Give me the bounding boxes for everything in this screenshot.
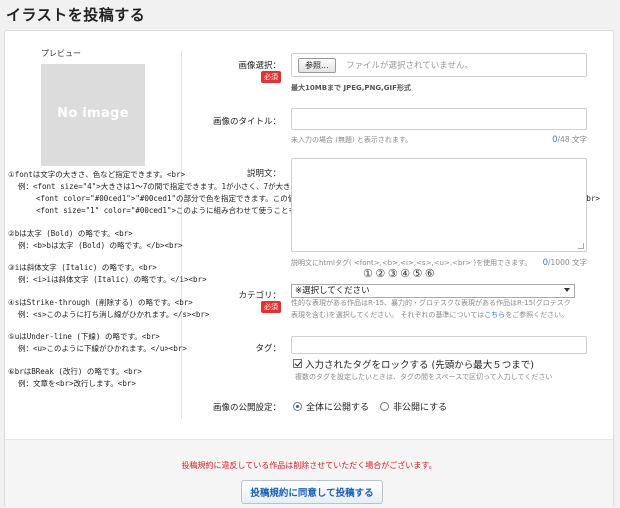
visibility-label: 画像の公開設定： (212, 403, 281, 413)
submit-button[interactable]: 投稿規約に同意して投稿する (241, 480, 383, 504)
tags-input[interactable] (291, 336, 587, 354)
policy-warning: 投稿規約に違反している作品は削除させていただく場合がございます。 (181, 461, 437, 470)
category-policy-text: 性的な表現がある作品はR-15、暴力的・グロテスクな表現がある作品はR-15(グ… (291, 299, 571, 319)
form-footer: 投稿規約に違反している作品は削除させていただく場合がございます。 投稿規約に同意… (5, 439, 613, 508)
tags-label: タグ： (255, 344, 281, 354)
title-label: 画像のタイトル： (212, 117, 281, 127)
image-select-label: 画像選択： (238, 61, 281, 71)
radio-public-label[interactable]: 全体に公開する (306, 400, 369, 413)
image-format-hint: 最大10MBまで JPEG,PNG,GIF形式 (291, 84, 411, 92)
help-line: <font size="1" color="#00ced1">このように組み合わ… (36, 206, 383, 215)
description-char-counter: 0/1000 文字 (542, 258, 587, 268)
tag-help-text: ①fontは文字の大きさ、色など指定できます。<br> 例：<font size… (8, 169, 600, 390)
browse-button[interactable]: 参照... (298, 58, 336, 73)
chevron-down-icon (564, 288, 570, 292)
required-badge: 必須 (261, 301, 281, 313)
title-hint: 未入力の場合 (無題) と表示されます。 (291, 136, 413, 144)
file-status-text: ファイルが選択されていません。 (346, 61, 473, 71)
help-line: ②bは太字 (Bold) の略です。<br> (8, 228, 133, 238)
page-title: イラストを投稿する (6, 6, 146, 24)
no-image-placeholder: No image (57, 106, 129, 121)
tags-hint: 複数のタグを設定したいときは、タグの間をスペースで区切って入力してください (295, 373, 553, 381)
help-line: 例：<i>iは斜体文字 (Italic) の略です。</i><br> (18, 275, 207, 284)
title-char-counter: 0/48 文字 (552, 135, 587, 145)
image-preview: No image (41, 64, 145, 166)
help-line: 例：<font size="4">大きさは1～7の間で指定できます。1が小さく、… (18, 182, 356, 191)
description-textarea[interactable] (291, 158, 587, 252)
description-label: 説明文： (246, 169, 281, 179)
required-badge: 必須 (261, 71, 281, 83)
resize-grip-icon[interactable] (578, 243, 584, 249)
image-file-input[interactable]: 参照... ファイルが選択されていません。 (291, 53, 587, 77)
category-label: カテゴリ： (238, 291, 281, 301)
help-line: <font color="#00ced1">"#00ced1"の部分で色を指定で… (36, 194, 600, 203)
policy-link[interactable]: こちら (484, 311, 505, 319)
title-input[interactable] (291, 108, 587, 130)
help-line: 例：<s>このように打ち消し線がひかれます。</s><br> (18, 309, 210, 319)
preview-label: プレビュー (41, 49, 81, 58)
help-line: ③iは斜体文字 (Italic) の略です。<br> (8, 263, 157, 272)
help-line: 例：文章を<br>改行します。<br> (18, 378, 136, 388)
category-select[interactable]: ※選択してください (291, 284, 575, 298)
radio-private[interactable] (380, 402, 389, 411)
radio-public[interactable] (293, 402, 302, 411)
lock-tags-checkbox[interactable] (293, 359, 302, 368)
help-line: ⑥brはBReak (改行) の略です。<br> (8, 366, 142, 376)
lock-tags-label[interactable]: 入力されたタグをロックする (先頭から最大５つまで) (305, 357, 534, 371)
help-line: 例：<b>bは太字 (Bold) の略です。</b><br> (18, 240, 183, 250)
radio-private-label[interactable]: 非公開にする (393, 400, 447, 413)
upload-form-panel: プレビュー No image ①fontは文字の大きさ、色など指定できます。<b… (4, 30, 614, 508)
tag-insert-buttons[interactable]: ①②③④⑤⑥ (363, 267, 437, 280)
